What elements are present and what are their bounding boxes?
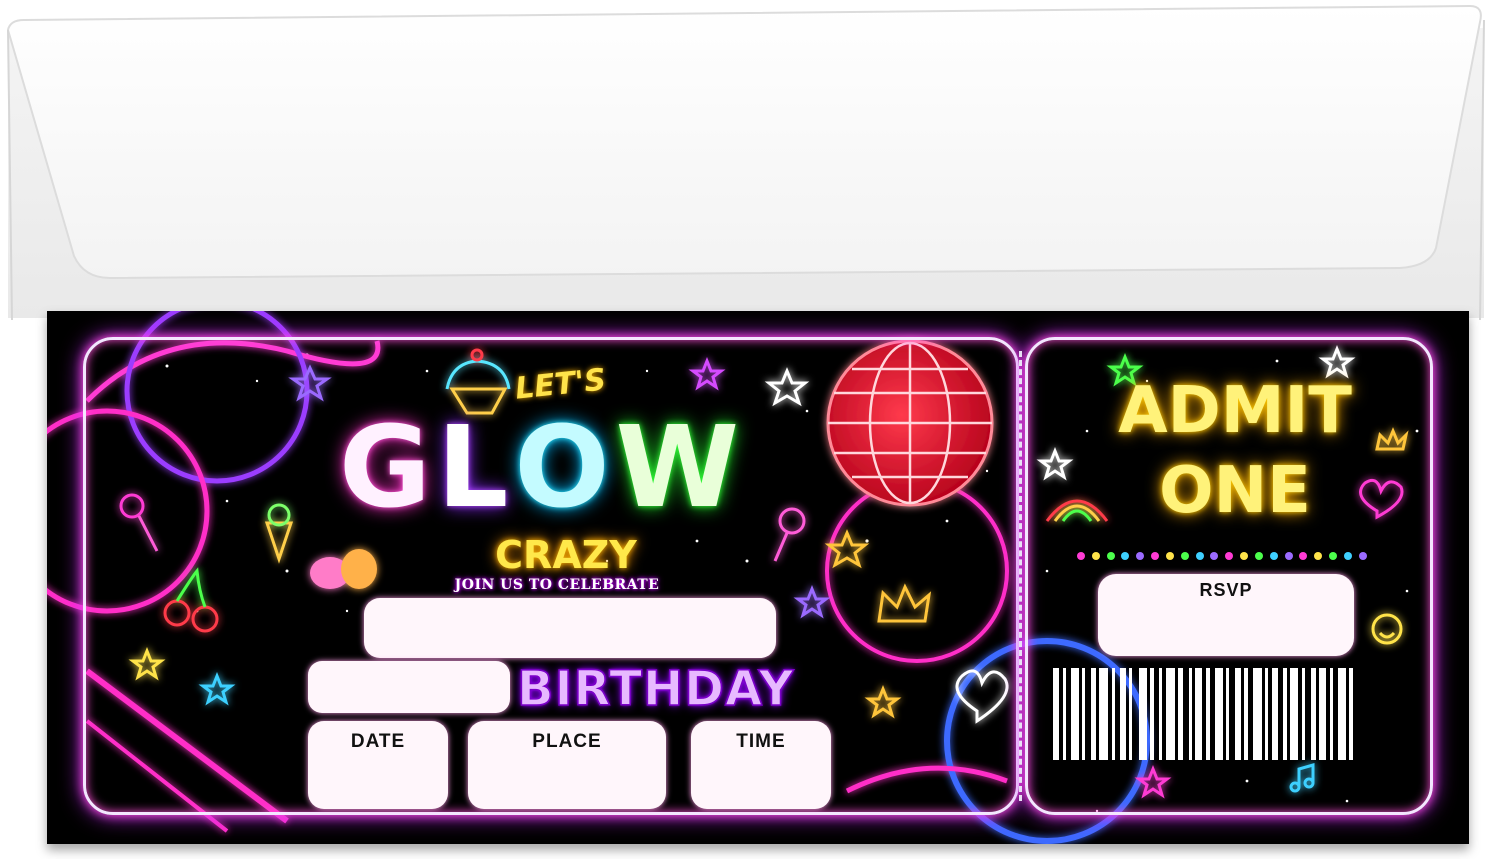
crazy-text: CRAZY (495, 533, 637, 577)
glow-title: GLOW (339, 403, 809, 533)
rsvp-label: RSVP (1199, 580, 1253, 600)
birthday-text: BIRTHDAY (516, 660, 795, 718)
glow-letter-g: G (339, 403, 437, 533)
admit-line-2: ONE (1159, 454, 1311, 528)
place-field[interactable]: PLACE (468, 721, 666, 809)
time-label: TIME (736, 731, 786, 752)
place-label: PLACE (532, 731, 602, 752)
ticket: LET'S GLOW CRAZY JOIN US TO CELEBRATE BI… (47, 311, 1469, 844)
rsvp-field[interactable]: RSVP (1098, 574, 1354, 656)
perforation-line (1019, 351, 1022, 801)
age-field[interactable] (308, 661, 510, 713)
date-label: DATE (350, 731, 406, 752)
glow-letter-l: L (436, 403, 515, 533)
barcode (1053, 668, 1403, 760)
join-text: JOIN US TO CELEBRATE (454, 577, 660, 593)
admit-line-1: ADMIT (1118, 374, 1352, 448)
admit-one-text: ADMIT ONE (1075, 371, 1395, 531)
name-field[interactable] (364, 598, 776, 658)
glow-letter-o: O (514, 403, 616, 533)
date-field[interactable]: DATE (308, 721, 448, 809)
glow-letter-w: W (615, 403, 746, 533)
envelope-flap (6, 4, 1482, 280)
time-field[interactable]: TIME (691, 721, 831, 809)
light-dots (1077, 552, 1367, 562)
